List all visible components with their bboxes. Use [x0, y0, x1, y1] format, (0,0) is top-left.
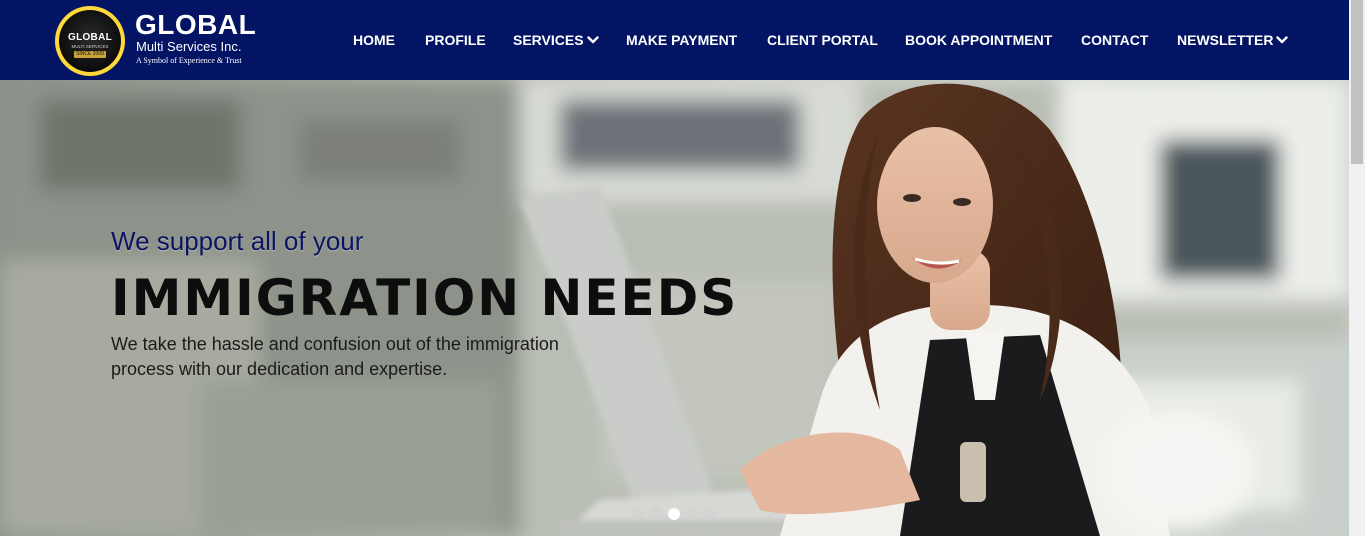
slide-dot-2[interactable]	[650, 508, 662, 520]
badge-subtitle: MULTI SERVICES	[71, 44, 109, 49]
page-scrollbar[interactable]	[1349, 0, 1365, 536]
logo-badge[interactable]: GLOBAL MULTI SERVICES SINCE 2009	[55, 6, 125, 76]
nav-newsletter[interactable]: NEWSLETTER	[1177, 30, 1289, 50]
site-header: GLOBAL MULTI SERVICES SINCE 2009 GLOBAL …	[0, 0, 1349, 80]
nav-make-payment[interactable]: MAKE PAYMENT	[626, 30, 737, 50]
chevron-down-icon	[586, 30, 599, 50]
badge-since: SINCE 2009	[74, 51, 106, 58]
logo-emblem: GLOBAL MULTI SERVICES SINCE 2009	[59, 10, 121, 72]
hero-slider: We support all of your IMMIGRATION NEEDS…	[0, 80, 1349, 536]
nav-newsletter-label: NEWSLETTER	[1177, 32, 1274, 48]
nav-client-portal[interactable]: CLIENT PORTAL	[767, 30, 878, 50]
slide-dot-3[interactable]	[668, 508, 680, 520]
nav-client-portal-label: CLIENT PORTAL	[767, 32, 878, 48]
slide-dot-5[interactable]	[704, 508, 716, 520]
chevron-down-icon	[1276, 30, 1289, 50]
nav-contact-label: CONTACT	[1081, 32, 1149, 48]
nav-services-label: SERVICES	[513, 32, 584, 48]
hero-description: We take the hassle and confusion out of …	[111, 334, 559, 379]
brand-subtitle: Multi Services Inc.	[136, 39, 242, 54]
nav-home-label: HOME	[353, 32, 395, 48]
hero-title: IMMIGRATION NEEDS	[111, 269, 739, 327]
nav-home[interactable]: HOME	[353, 30, 395, 50]
brand-name[interactable]: GLOBAL	[135, 10, 256, 40]
nav-book-appointment-label: BOOK APPOINTMENT	[905, 32, 1053, 48]
nav-contact[interactable]: CONTACT	[1081, 30, 1148, 50]
hero-kicker: We support all of your	[111, 226, 364, 256]
nav-services[interactable]: SERVICES	[513, 30, 599, 50]
nav-profile[interactable]: PROFILE	[425, 30, 486, 50]
slide-dot-4[interactable]	[686, 508, 698, 520]
scrollbar-thumb[interactable]	[1351, 0, 1363, 164]
nav-book-appointment[interactable]: BOOK APPOINTMENT	[905, 30, 1052, 50]
nav-profile-label: PROFILE	[425, 32, 486, 48]
brand-tagline: A Symbol of Experience & Trust	[136, 56, 242, 65]
slide-dot-1[interactable]	[632, 508, 644, 520]
badge-title: GLOBAL	[67, 32, 113, 43]
nav-make-payment-label: MAKE PAYMENT	[626, 32, 738, 48]
